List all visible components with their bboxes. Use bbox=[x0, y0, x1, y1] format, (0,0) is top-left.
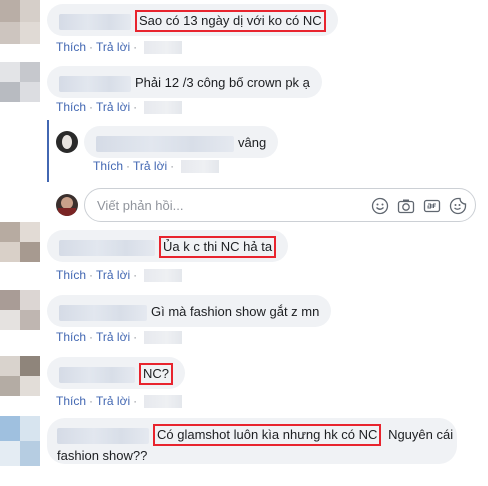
avatar[interactable] bbox=[0, 222, 40, 262]
comment-text: Gì mà fashion show gắt z mn bbox=[151, 304, 320, 319]
reply-link[interactable]: Trả lời bbox=[96, 40, 130, 54]
comment-actions: Thích · Trả lời · bbox=[56, 330, 183, 345]
author-name[interactable] bbox=[59, 239, 155, 256]
avatar[interactable] bbox=[0, 0, 40, 44]
like-link[interactable]: Thích bbox=[56, 394, 86, 408]
camera-icon[interactable] bbox=[397, 197, 415, 215]
comment-bubble: Ủa k c thi NC hả ta bbox=[47, 230, 289, 262]
author-name[interactable] bbox=[59, 366, 135, 383]
timestamp[interactable] bbox=[144, 101, 183, 115]
comment-actions: Thích · Trả lời · bbox=[56, 40, 183, 55]
comment-actions: Thích · Trả lời · bbox=[56, 394, 183, 409]
reply-placeholder: Viết phản hồi... bbox=[97, 198, 184, 213]
author-name[interactable] bbox=[96, 135, 234, 152]
reply-link[interactable]: Trả lời bbox=[96, 268, 130, 282]
current-user-avatar[interactable] bbox=[56, 194, 78, 216]
comment-text: Phải 12 /3 công bố crown pk ạ bbox=[135, 75, 310, 90]
like-link[interactable]: Thích bbox=[93, 159, 123, 173]
comment-bubble: Phải 12 /3 công bố crown pk ạ bbox=[47, 66, 322, 98]
avatar[interactable] bbox=[0, 356, 40, 396]
comment-text: Ủa k c thi NC hả ta bbox=[159, 236, 277, 258]
reply-bubble: vâng bbox=[84, 126, 279, 158]
comment-text-continued: fashion show?? bbox=[57, 448, 148, 463]
emoji-icon[interactable] bbox=[371, 197, 389, 215]
comment-text: NC? bbox=[139, 363, 174, 385]
gif-icon[interactable] bbox=[423, 197, 441, 215]
comment-text-highlight: Có glamshot luôn kìa nhưng hk có NC bbox=[153, 424, 382, 446]
comment-bubble: NC? bbox=[47, 357, 186, 389]
timestamp[interactable] bbox=[144, 395, 183, 409]
author-name[interactable] bbox=[57, 427, 149, 444]
reply-link[interactable]: Trả lời bbox=[133, 159, 167, 173]
comment-actions: Thích · Trả lời · bbox=[56, 100, 183, 115]
reply-link[interactable]: Trả lời bbox=[96, 394, 130, 408]
like-link[interactable]: Thích bbox=[56, 268, 86, 282]
reply-link[interactable]: Trả lời bbox=[96, 330, 130, 344]
like-link[interactable]: Thích bbox=[56, 330, 86, 344]
reply-link[interactable]: Trả lời bbox=[96, 100, 130, 114]
reply-thread-line bbox=[47, 120, 49, 182]
avatar[interactable] bbox=[0, 290, 40, 330]
author-name[interactable] bbox=[59, 13, 131, 30]
timestamp[interactable] bbox=[144, 41, 183, 55]
avatar[interactable] bbox=[56, 131, 78, 153]
comment-bubble: Gì mà fashion show gắt z mn bbox=[47, 295, 332, 327]
comment-bubble: Có glamshot luôn kìa nhưng hk có NC Nguy… bbox=[47, 418, 457, 464]
avatar[interactable] bbox=[0, 62, 40, 102]
avatar[interactable] bbox=[0, 416, 40, 466]
timestamp[interactable] bbox=[144, 331, 183, 345]
timestamp[interactable] bbox=[181, 160, 220, 174]
timestamp[interactable] bbox=[144, 269, 183, 283]
comment-text: Nguyên cái bbox=[388, 427, 454, 442]
like-link[interactable]: Thích bbox=[56, 40, 86, 54]
like-link[interactable]: Thích bbox=[56, 100, 86, 114]
reply-input[interactable]: Viết phản hồi... bbox=[84, 188, 476, 222]
sticker-icon[interactable] bbox=[449, 197, 467, 215]
reply-actions: Thích · Trả lời · bbox=[93, 159, 220, 174]
comment-text: Sao có 13 ngày dị với ko có NC bbox=[135, 10, 326, 32]
author-name[interactable] bbox=[59, 75, 131, 92]
comment-actions: Thích · Trả lời · bbox=[56, 268, 183, 283]
comment-bubble: Sao có 13 ngày dị với ko có NC bbox=[47, 4, 338, 36]
comment-text: vâng bbox=[238, 135, 267, 150]
author-name[interactable] bbox=[59, 304, 147, 321]
